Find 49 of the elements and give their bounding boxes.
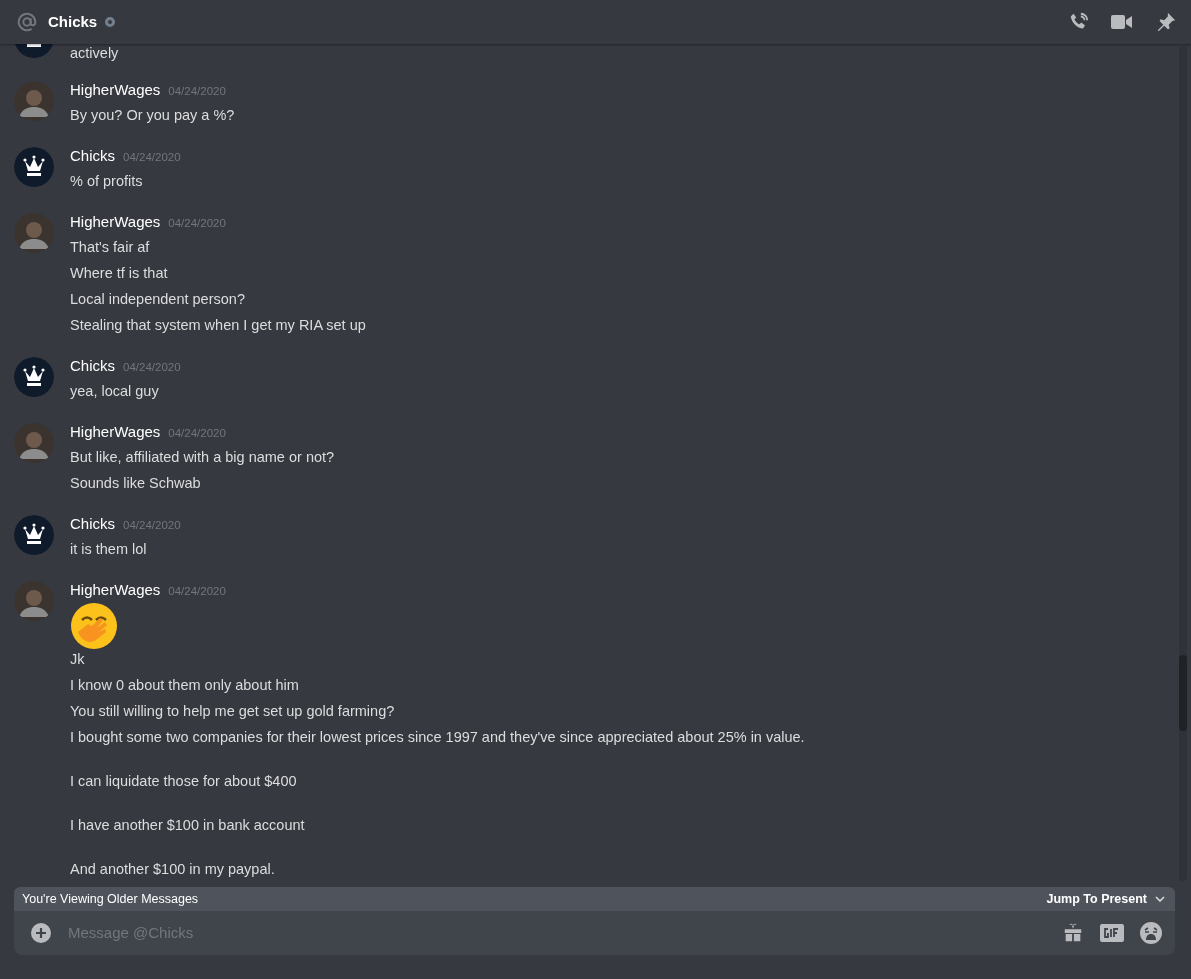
profile-photo-placeholder[interactable] <box>14 213 54 253</box>
message-text: Stealing that system when I get my RIA set up <box>70 316 366 335</box>
message-text: yea, local guy <box>70 382 160 401</box>
add-icon[interactable] <box>30 922 52 944</box>
username[interactable]: Chicks <box>70 357 115 374</box>
crown-avatar[interactable] <box>14 515 54 555</box>
username[interactable]: HigherWages <box>70 581 161 598</box>
message-timestamp: 04/24/2020 <box>168 585 226 597</box>
message-text: Local independent person? <box>70 290 246 309</box>
video-camera-icon[interactable] <box>1111 14 1134 30</box>
crown-avatar[interactable] <box>14 357 54 397</box>
scrollbar-thumb[interactable] <box>1179 655 1187 731</box>
message-timestamp: 04/24/2020 <box>168 217 226 229</box>
profile-photo-placeholder[interactable] <box>14 581 54 621</box>
username[interactable]: Chicks <box>70 515 115 532</box>
profile-photo-placeholder[interactable] <box>14 81 54 121</box>
message-text: I know 0 about them only about him <box>70 676 300 695</box>
username[interactable]: HigherWages <box>70 423 161 440</box>
message-text: I bought some two companies for their lowest prices since 1997 and they've since appreciated about 25% in value. I can liquidate those for about $400 I have another $100 in bank account And another $100 in my paypal. <box>70 728 805 879</box>
message-text: Where tf is that <box>70 264 169 283</box>
message-timestamp: 04/24/2020 <box>123 519 181 531</box>
username[interactable]: HigherWages <box>70 81 161 98</box>
message-text: actively <box>70 44 119 62</box>
profile-photo-placeholder[interactable] <box>14 423 54 463</box>
crown-avatar[interactable] <box>14 147 54 187</box>
message-text: it is them lol <box>70 540 148 559</box>
username[interactable]: HigherWages <box>70 213 161 230</box>
message-text: That's fair af <box>70 238 151 257</box>
jump-to-present-button[interactable]: Jump To Present <box>1046 889 1165 909</box>
at-sign-icon <box>16 11 38 33</box>
older-messages-label: You're Viewing Older Messages <box>22 890 199 908</box>
message-timestamp: 04/24/2020 <box>168 427 226 439</box>
message-text: Sounds like Schwab <box>70 474 202 493</box>
message-timestamp: 04/24/2020 <box>123 361 181 373</box>
message-text: % of profits <box>70 172 144 191</box>
emoji-face-icon[interactable] <box>1139 921 1163 945</box>
message-text: By you? Or you pay a %? <box>70 106 235 125</box>
channel-title: Chicks <box>48 11 98 32</box>
message-text: You still willing to help me get set up gold farming? <box>70 702 396 721</box>
message-timestamp: 04/24/2020 <box>168 85 226 97</box>
gif-icon[interactable] <box>1098 922 1125 944</box>
face-with-hand-over-mouth-icon <box>70 602 118 650</box>
chevron-down-icon <box>1155 896 1165 902</box>
gift-icon[interactable] <box>1062 922 1084 944</box>
pin-icon[interactable] <box>1155 11 1177 33</box>
message-text: Jk <box>70 650 86 669</box>
message-text: But like, affiliated with a big name or not? <box>70 448 335 467</box>
username[interactable]: Chicks <box>70 147 115 164</box>
message-timestamp: 04/24/2020 <box>123 151 181 163</box>
